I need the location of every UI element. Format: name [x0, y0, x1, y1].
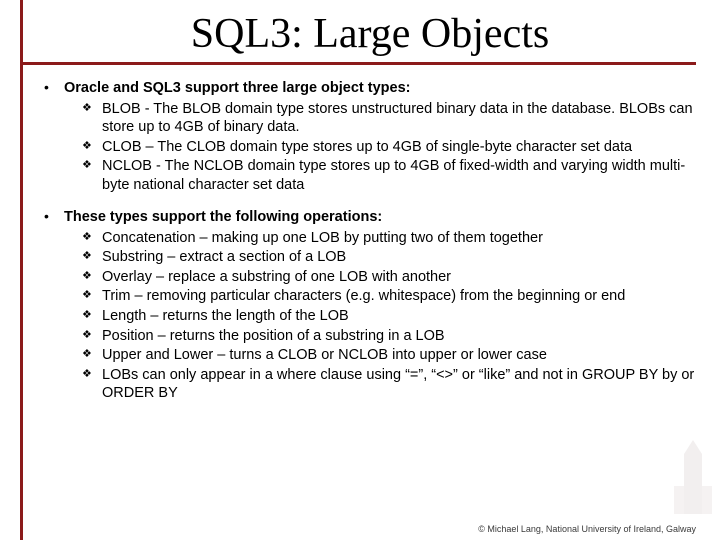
list-item: ❖Concatenation – making up one LOB by pu… — [64, 229, 696, 248]
item-text: Substring – extract a section of a LOB — [102, 248, 696, 267]
list-item: ❖BLOB - The BLOB domain type stores unst… — [64, 100, 696, 137]
list-item: ❖CLOB – The CLOB domain type stores up t… — [64, 138, 696, 157]
item-text: Position – returns the position of a sub… — [102, 327, 696, 346]
item-text: LOBs can only appear in a where clause u… — [102, 366, 696, 403]
diamond-icon: ❖ — [82, 287, 102, 306]
list-item: ❖Position – returns the position of a su… — [64, 327, 696, 346]
footer-copyright: © Michael Lang, National University of I… — [478, 524, 696, 534]
diamond-icon: ❖ — [82, 138, 102, 157]
diamond-icon: ❖ — [82, 327, 102, 346]
item-text: Overlay – replace a substring of one LOB… — [102, 268, 696, 287]
diamond-icon: ❖ — [82, 366, 102, 403]
diamond-icon: ❖ — [82, 157, 102, 194]
left-vertical-rule — [20, 0, 23, 540]
title-underline — [20, 62, 696, 65]
diamond-icon: ❖ — [82, 307, 102, 326]
item-text: Length – returns the length of the LOB — [102, 307, 696, 326]
list-item: ❖Substring – extract a section of a LOB — [64, 248, 696, 267]
diamond-icon: ❖ — [82, 229, 102, 248]
item-text: Upper and Lower – turns a CLOB or NCLOB … — [102, 346, 696, 365]
list-item: ❖LOBs can only appear in a where clause … — [64, 366, 696, 403]
diamond-icon: ❖ — [82, 248, 102, 267]
slide-title: SQL3: Large Objects — [44, 10, 696, 58]
diamond-icon: ❖ — [82, 346, 102, 365]
item-text: BLOB - The BLOB domain type stores unstr… — [102, 100, 696, 137]
slide-content: SQL3: Large Objects • Oracle and SQL3 su… — [0, 0, 720, 403]
bullet-icon: • — [44, 79, 64, 194]
item-text: Trim – removing particular characters (e… — [102, 287, 696, 306]
list-item: ❖NCLOB - The NCLOB domain type stores up… — [64, 157, 696, 194]
item-text: CLOB – The CLOB domain type stores up to… — [102, 138, 696, 157]
slide-body: • Oracle and SQL3 support three large ob… — [44, 79, 696, 403]
item-text: Concatenation – making up one LOB by put… — [102, 229, 696, 248]
section-1: • Oracle and SQL3 support three large ob… — [44, 79, 696, 194]
list-item: ❖Overlay – replace a substring of one LO… — [64, 268, 696, 287]
item-text: NCLOB - The NCLOB domain type stores up … — [102, 157, 696, 194]
bullet-icon: • — [44, 208, 64, 402]
background-building-icon — [670, 436, 716, 526]
list-item: ❖Upper and Lower – turns a CLOB or NCLOB… — [64, 346, 696, 365]
diamond-icon: ❖ — [82, 100, 102, 137]
list-item: ❖Length – returns the length of the LOB — [64, 307, 696, 326]
section-heading: These types support the following operat… — [64, 208, 696, 227]
section-2: • These types support the following oper… — [44, 208, 696, 402]
list-item: ❖Trim – removing particular characters (… — [64, 287, 696, 306]
diamond-icon: ❖ — [82, 268, 102, 287]
section-heading: Oracle and SQL3 support three large obje… — [64, 79, 696, 98]
